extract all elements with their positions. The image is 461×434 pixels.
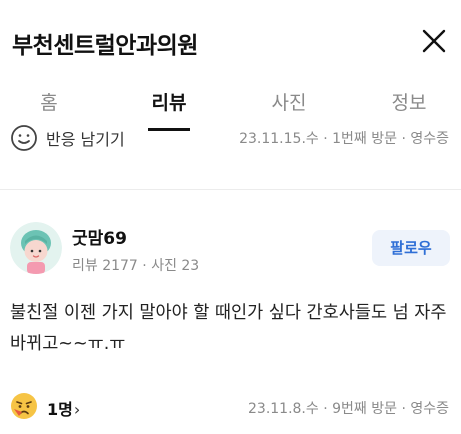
user-name[interactable]: 굿맘69: [72, 224, 127, 249]
avatar[interactable]: [10, 222, 62, 274]
tab-reviews[interactable]: 리뷰: [139, 88, 199, 115]
follow-button[interactable]: 팔로우: [372, 230, 450, 266]
reaction-emoji-icon[interactable]: [10, 392, 38, 420]
reaction-count: 1명: [47, 400, 73, 419]
react-button[interactable]: 반응 남기기: [46, 126, 125, 150]
close-icon: [422, 29, 446, 53]
close-button[interactable]: [419, 26, 449, 56]
page-header: 부천센트럴안과의원: [0, 0, 461, 84]
reaction-count-button[interactable]: 1명›: [47, 396, 80, 420]
visit-meta: 23.11.15.수 · 1번째 방문 · 영수증: [239, 131, 449, 147]
tab-home[interactable]: 홈: [19, 88, 79, 115]
user-avatar-icon: [10, 222, 62, 274]
tab-photos[interactable]: 사진: [259, 88, 319, 115]
smile-icon[interactable]: [10, 124, 38, 152]
user-stats: 리뷰 2177 · 사진 23: [72, 258, 200, 274]
tab-info[interactable]: 정보: [379, 88, 439, 115]
previous-review-footer: 반응 남기기 23.11.15.수 · 1번째 방문 · 영수증: [0, 122, 461, 158]
divider: [0, 189, 461, 190]
page-title: 부천센트럴안과의원: [12, 33, 198, 59]
chevron-right-icon: ›: [73, 400, 81, 419]
review-text: 불친절 이젠 가지 말아야 할 때인가 싶다 간호사들도 넘 자주바뀌고~~ㅠ.…: [10, 303, 447, 354]
visit-meta: 23.11.8.수 · 9번째 방문 · 영수증: [248, 401, 449, 417]
